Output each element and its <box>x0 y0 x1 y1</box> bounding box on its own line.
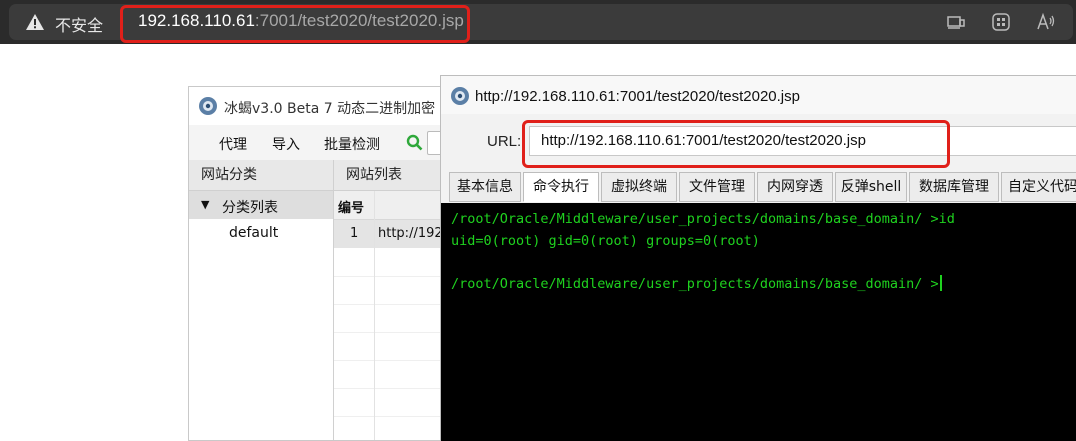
search-icon[interactable] <box>406 134 423 151</box>
row-divider <box>334 388 447 389</box>
address-highlight-box <box>120 5 470 43</box>
row-divider <box>334 416 447 417</box>
read-mode-icon[interactable] <box>946 12 966 32</box>
tab-reverse-shell[interactable]: 反弹shell <box>835 172 907 202</box>
app-logo-icon <box>451 87 469 105</box>
column-divider <box>374 191 375 440</box>
tab-basic-info[interactable]: 基本信息 <box>449 172 521 202</box>
shell-window-title: http://192.168.110.61:7001/test2020/test… <box>475 88 800 105</box>
terminal-prompt: /root/Oracle/Middleware/user_projects/do… <box>451 276 939 292</box>
menu-import[interactable]: 导入 <box>272 134 300 154</box>
site-list-header: 网站列表 <box>334 160 447 191</box>
tree-item-default[interactable]: default <box>229 225 278 241</box>
url-highlight-box <box>522 120 950 168</box>
row-divider <box>334 360 447 361</box>
site-list-panel: 网站列表 编号 1 http://192.168.110.61 <box>334 160 521 440</box>
tab-bar: 基本信息 命令执行 虚拟终端 文件管理 内网穿透 反弹shell 数据库管理 自… <box>449 172 1076 203</box>
tab-virtual-terminal[interactable]: 虚拟终端 <box>601 172 677 202</box>
warning-icon[interactable] <box>26 14 44 30</box>
main-menu-bar: 代理 导入 批量检测 <box>189 125 457 161</box>
expand-arrow-icon[interactable]: ▼ <box>201 198 209 211</box>
tree-category-label: 分类列表 <box>222 200 278 216</box>
security-status[interactable]: 不安全 <box>55 12 103 36</box>
app-logo-icon <box>199 97 217 115</box>
table-header: 编号 <box>334 191 447 220</box>
row-divider <box>334 304 447 305</box>
read-aloud-icon[interactable] <box>1036 12 1056 32</box>
main-window-title: 冰蝎v3.0 Beta 7 动态二进制加密 <box>224 101 436 117</box>
terminal-line: /root/Oracle/Middleware/user_projects/do… <box>451 211 955 227</box>
tab-custom-code[interactable]: 自定义代码 <box>1001 172 1076 202</box>
tab-file-manager[interactable]: 文件管理 <box>679 172 755 202</box>
row-number: 1 <box>350 226 359 241</box>
url-label: URL: <box>487 133 522 150</box>
tab-command-exec[interactable]: 命令执行 <box>523 172 599 202</box>
column-header-number[interactable]: 编号 <box>338 197 364 216</box>
tab-database-manager[interactable]: 数据库管理 <box>909 172 999 202</box>
terminal-output[interactable]: /root/Oracle/Middleware/user_projects/do… <box>441 203 1076 441</box>
menu-proxy[interactable]: 代理 <box>219 134 247 154</box>
category-header: 网站分类 <box>189 160 333 191</box>
apps-icon[interactable] <box>991 12 1011 32</box>
table-row[interactable]: 1 http://192.168.110.61 <box>334 220 521 248</box>
main-window-titlebar: 冰蝎v3.0 Beta 7 动态二进制加密 <box>189 87 447 126</box>
behinder-main-window: 冰蝎v3.0 Beta 7 动态二进制加密 代理 导入 批量检测 网站分类 ▼ … <box>188 86 521 441</box>
category-panel: 网站分类 ▼ 分类列表 default <box>189 160 334 440</box>
tab-intranet-tunnel[interactable]: 内网穿透 <box>757 172 833 202</box>
row-divider <box>334 276 447 277</box>
shell-window-titlebar: http://192.168.110.61:7001/test2020/test… <box>441 76 1076 114</box>
terminal-line: uid=0(root) gid=0(root) groups=0(root) <box>451 233 760 249</box>
terminal-prompt-line: /root/Oracle/Middleware/user_projects/do… <box>451 275 942 292</box>
menu-batch-check[interactable]: 批量检测 <box>324 134 380 154</box>
tree-category[interactable]: ▼ 分类列表 <box>189 191 333 219</box>
row-divider <box>334 332 447 333</box>
text-cursor <box>939 275 942 291</box>
